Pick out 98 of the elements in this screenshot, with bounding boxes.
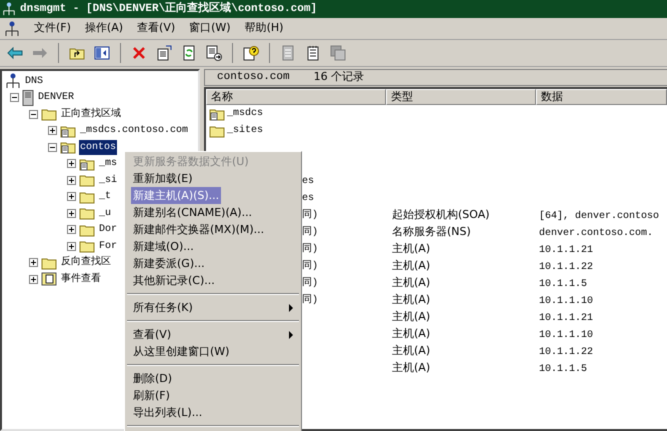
folder-icon (79, 222, 95, 237)
table-cell: 名称服务器(NS) (392, 225, 471, 238)
expand-toggle-icon[interactable] (67, 242, 76, 251)
table-cell-text: _msdcs (227, 106, 264, 121)
table-cell: 同) (302, 208, 318, 223)
collapse-toggle-icon[interactable] (48, 142, 57, 152)
tree-item[interactable]: _ms (98, 156, 118, 172)
menu-item[interactable]: 新建域(O)... (131, 238, 196, 255)
folder-icon (209, 124, 225, 138)
expand-toggle-icon[interactable] (67, 159, 76, 168)
tree-item[interactable]: _si (98, 172, 118, 188)
table-cell: 主机(A) (392, 344, 430, 358)
table-cell: 主机(A) (392, 242, 430, 256)
table-cell: 同) (302, 259, 318, 274)
folder-icon (41, 107, 57, 122)
menu-item[interactable]: 从这里创建窗口(W) (131, 343, 232, 360)
network-icon (5, 73, 21, 90)
table-cell: 同) (302, 276, 318, 291)
zone-name: contoso.com (217, 70, 290, 86)
server-icon (22, 90, 34, 106)
table-cell: denver.contoso.com. (539, 228, 654, 239)
table-cell-text: es (302, 192, 314, 206)
table-cell: 10.1.1.5 (539, 279, 588, 290)
submenu-arrow-icon (289, 304, 293, 312)
folder-icon (41, 256, 57, 270)
tree-item[interactable]: 反向查找区 (60, 255, 112, 270)
menu-item[interactable]: 帮助(H) (244, 20, 284, 37)
app-icon (2, 2, 16, 16)
collapse-toggle-icon[interactable] (29, 110, 38, 119)
column-header[interactable]: 类型 (386, 89, 536, 105)
menu-item[interactable]: 重新加载(E) (131, 170, 195, 187)
network-icon (4, 20, 20, 36)
menu-item[interactable]: 操作(A) (84, 20, 124, 37)
menu-item[interactable]: 查看(V) (131, 326, 174, 343)
table-cell: 10.1.1.22 (539, 347, 594, 358)
menu-item[interactable]: 其他新记录(C)... (131, 272, 217, 289)
menu-item[interactable]: 删除(D) (131, 370, 174, 387)
submenu-arrow-icon (289, 330, 293, 338)
tree-item[interactable]: 正向查找区域 (60, 106, 122, 122)
tree-item[interactable]: _msdcs.contoso.com (79, 123, 190, 138)
tree-item[interactable]: Dor (98, 222, 118, 238)
zone-folder-icon (79, 156, 95, 171)
tree-item[interactable]: _t (98, 189, 112, 204)
table-cell: 主机(A) (392, 293, 430, 306)
table-cell: 主机(A) (392, 361, 430, 374)
menu-item[interactable]: 新建邮件交换器(MX)(M)... (131, 221, 266, 238)
table-cell: 主机(A) (392, 259, 430, 272)
table-cell: 起始授权机构(SOA) (392, 208, 490, 222)
tree-item[interactable]: _u (98, 206, 112, 221)
zone-folder-icon (209, 106, 225, 120)
menu-item[interactable]: 刷新(F) (131, 387, 172, 404)
tree-item[interactable]: For (98, 238, 118, 254)
menu-item[interactable]: 所有任务(K) (131, 299, 195, 316)
table-cell: 10.1.1.21 (539, 313, 594, 324)
table-cell: 主机(A) (392, 310, 430, 324)
zone-folder-icon (60, 140, 76, 154)
table-cell: 同) (302, 293, 318, 308)
tree-item[interactable]: contos (79, 140, 118, 155)
expand-toggle-icon[interactable] (29, 274, 38, 284)
expand-toggle-icon[interactable] (67, 208, 76, 218)
folder-icon (79, 173, 95, 188)
folder-icon (79, 239, 95, 254)
table-cell: 10.1.1.22 (539, 262, 594, 273)
expand-toggle-icon[interactable] (29, 258, 38, 268)
table-cell-text: _sites (227, 124, 264, 138)
expand-toggle-icon[interactable] (67, 176, 76, 185)
menu-item[interactable]: 新建别名(CNAME)(A)... (131, 204, 254, 221)
folder-icon (79, 206, 95, 220)
collapse-toggle-icon[interactable] (10, 93, 19, 102)
tree-item[interactable]: 事件查看 (60, 272, 102, 287)
table-cell: [64], denver.contoso (539, 211, 660, 222)
table-cell: 主机(A) (392, 327, 430, 340)
table-cell: 10.1.1.10 (539, 296, 594, 307)
expand-toggle-icon[interactable] (67, 192, 76, 202)
menu-item[interactable]: 窗口(W) (189, 20, 231, 37)
folder-icon (79, 190, 95, 204)
event-log-icon (41, 272, 57, 286)
window-title: dnsmgmt - [DNS\DENVER\正向查找区域\contoso.com] (20, 0, 318, 17)
menu-item[interactable]: 文件(F) (34, 20, 71, 37)
menu-item[interactable]: 查看(V) (137, 20, 176, 37)
table-cell: 主机(A) (392, 276, 430, 290)
expand-toggle-icon[interactable] (67, 225, 76, 234)
tree-item[interactable]: DENVER (37, 90, 76, 106)
table-cell: 10.1.1.10 (539, 330, 594, 341)
column-header[interactable]: 名称 (206, 89, 386, 105)
tree-item[interactable]: DNS (24, 74, 44, 89)
record-count: 16 个记录 (314, 69, 364, 86)
table-cell-text: es (302, 175, 314, 189)
column-header[interactable]: 数据 (536, 89, 667, 105)
menu-item[interactable]: 新建委派(G)... (131, 255, 207, 272)
table-cell: 10.1.1.5 (539, 364, 588, 375)
table-cell: 同) (302, 242, 318, 257)
table-cell: 10.1.1.21 (539, 245, 594, 256)
expand-toggle-icon[interactable] (48, 126, 57, 136)
menu-item[interactable]: 新建主机(A)(S)... (131, 187, 222, 204)
zone-folder-icon (60, 124, 76, 138)
menu-item[interactable]: 导出列表(L)... (131, 404, 204, 421)
table-cell: 同) (302, 225, 318, 240)
